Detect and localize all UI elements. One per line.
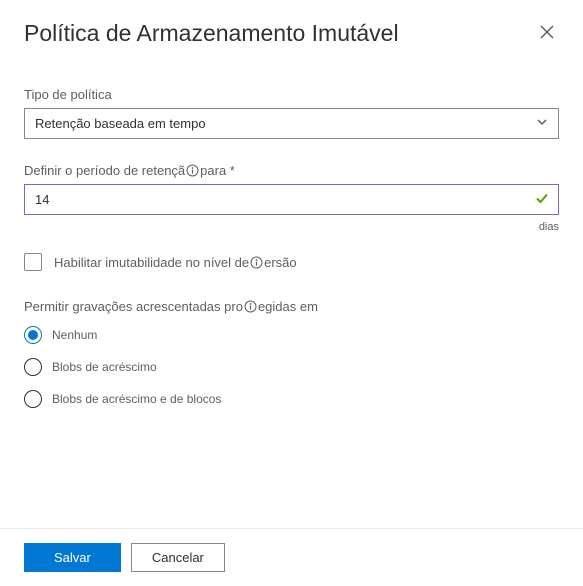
retention-unit: dias bbox=[24, 221, 559, 233]
radio-option-append[interactable]: Blobs de acréscimo bbox=[24, 358, 559, 376]
checkmark-icon bbox=[535, 191, 549, 208]
policy-type-label: Tipo de política bbox=[24, 87, 559, 102]
radio-button[interactable] bbox=[24, 326, 42, 344]
info-icon[interactable] bbox=[250, 256, 263, 269]
radio-button[interactable] bbox=[24, 390, 42, 408]
policy-type-value: Retenção baseada em tempo bbox=[35, 116, 206, 131]
close-button[interactable] bbox=[535, 20, 559, 47]
cancel-button[interactable]: Cancelar bbox=[131, 543, 225, 572]
retention-period-label: Definir o período de retençã para * bbox=[24, 163, 559, 178]
page-title: Política de Armazenamento Imutável bbox=[24, 20, 399, 47]
panel-header: Política de Armazenamento Imutável bbox=[24, 20, 559, 47]
radio-dot-icon bbox=[28, 330, 38, 340]
version-level-label: Habilitar imutabilidade no nível de ersã… bbox=[54, 255, 297, 270]
append-writes-radio-group: Nenhum Blobs de acréscimo Blobs de acrés… bbox=[24, 326, 559, 408]
version-level-checkbox-row[interactable]: Habilitar imutabilidade no nível de ersã… bbox=[24, 253, 559, 271]
radio-option-none[interactable]: Nenhum bbox=[24, 326, 559, 344]
immutable-policy-panel: Política de Armazenamento Imutável Tipo … bbox=[0, 0, 583, 408]
radio-label: Nenhum bbox=[52, 328, 97, 342]
info-icon[interactable] bbox=[186, 164, 199, 177]
close-icon bbox=[539, 24, 555, 44]
radio-option-append-block[interactable]: Blobs de acréscimo e de blocos bbox=[24, 390, 559, 408]
radio-label: Blobs de acréscimo bbox=[52, 360, 157, 374]
radio-label: Blobs de acréscimo e de blocos bbox=[52, 392, 221, 406]
chevron-down-icon bbox=[536, 116, 548, 131]
panel-footer: Salvar Cancelar bbox=[0, 528, 583, 586]
retention-period-input[interactable] bbox=[24, 184, 559, 215]
save-button[interactable]: Salvar bbox=[24, 543, 121, 572]
append-writes-label: Permitir gravações acrescentadas pro egi… bbox=[24, 299, 559, 314]
radio-button[interactable] bbox=[24, 358, 42, 376]
retention-input-wrapper bbox=[24, 184, 559, 215]
info-icon[interactable] bbox=[244, 300, 257, 313]
version-level-checkbox[interactable] bbox=[24, 253, 42, 271]
policy-type-dropdown[interactable]: Retenção baseada em tempo bbox=[24, 108, 559, 139]
